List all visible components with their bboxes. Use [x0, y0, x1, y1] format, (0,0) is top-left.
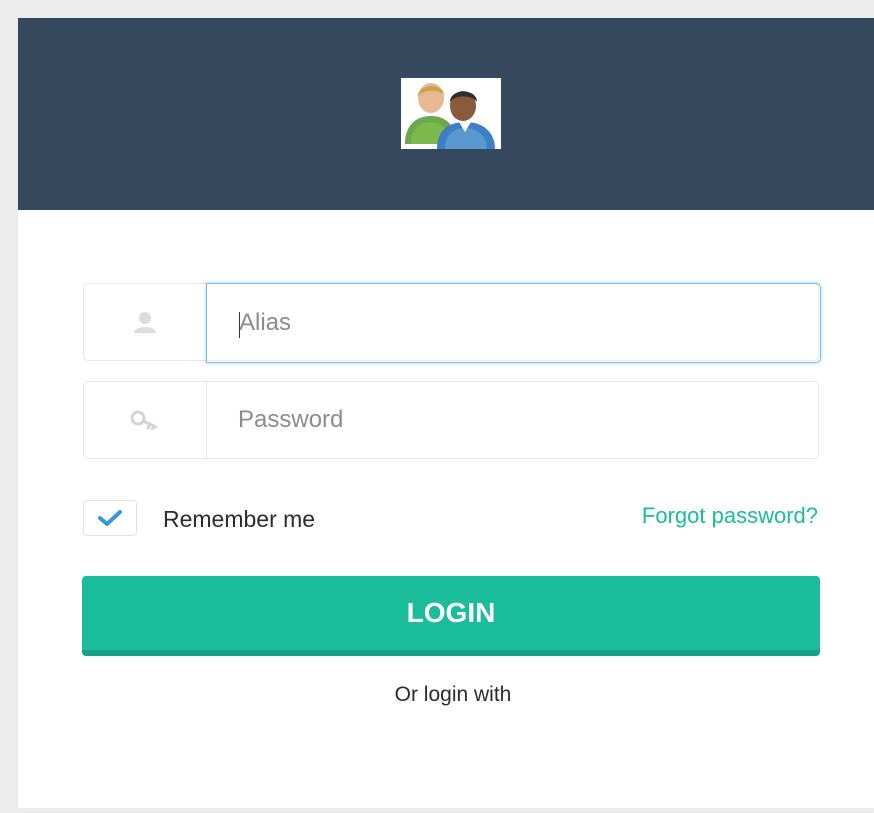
user-icon: [84, 284, 207, 360]
login-header: [18, 18, 874, 210]
alias-input[interactable]: [206, 283, 821, 363]
users-avatar-icon: [401, 78, 501, 149]
login-button[interactable]: LOGIN: [82, 576, 820, 656]
key-icon: [84, 382, 207, 458]
forgot-password-link[interactable]: Forgot password?: [642, 503, 818, 529]
alias-field-group: [83, 283, 821, 363]
password-input[interactable]: [207, 382, 820, 458]
remember-me-checkbox[interactable]: [83, 500, 137, 536]
login-card: Remember me Forgot password? LOGIN Or lo…: [18, 18, 874, 808]
text-caret: [239, 312, 240, 338]
password-field-group: [83, 381, 820, 459]
or-login-with-text: Or login with: [394, 683, 512, 706]
remember-me-label[interactable]: Remember me: [163, 506, 315, 533]
checkmark-icon: [98, 510, 122, 526]
